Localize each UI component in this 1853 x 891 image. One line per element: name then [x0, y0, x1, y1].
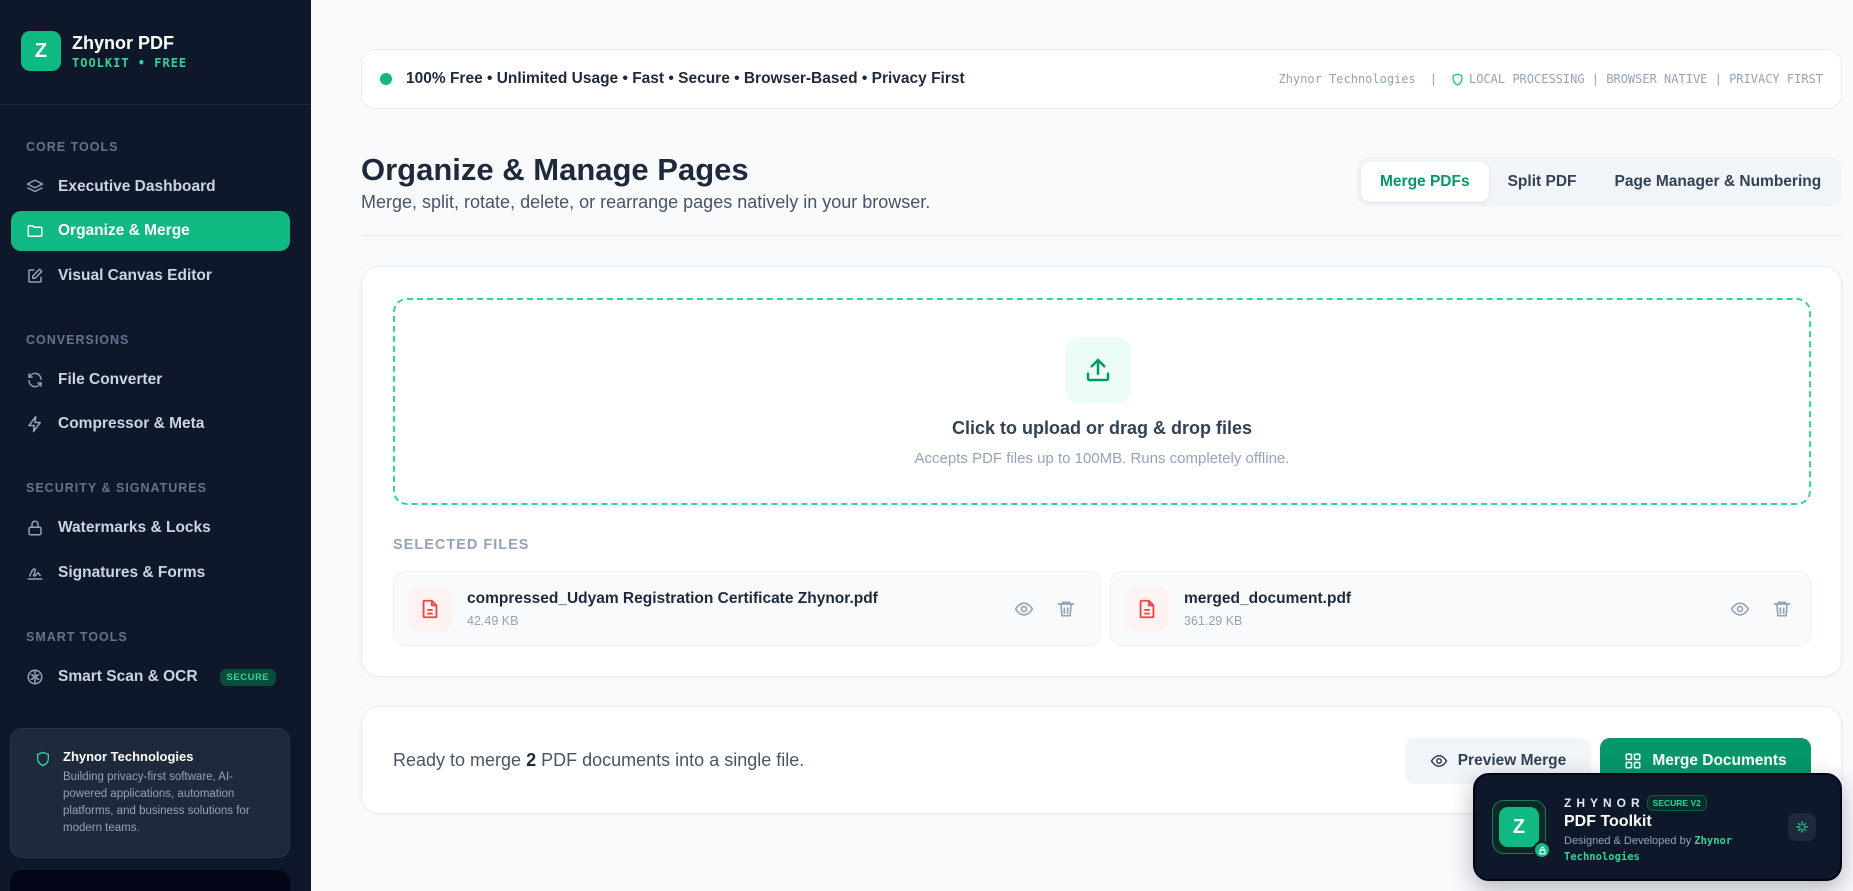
- nav-section-security-signatures: SECURITY & SIGNATURES: [26, 481, 207, 495]
- file-name: merged_document.pdf: [1184, 590, 1352, 607]
- layers-icon: [26, 179, 44, 193]
- selected-files-label: SELECTED FILES: [393, 537, 530, 553]
- file-text-icon: [1125, 587, 1169, 631]
- tab-bar: Merge PDFs Split PDF Page Manager & Numb…: [1357, 157, 1842, 207]
- edit-icon: [28, 268, 43, 283]
- company-name: Zhynor Technologies: [1278, 72, 1416, 86]
- file-dropzone[interactable]: Click to upload or drag & drop files Acc…: [393, 298, 1811, 505]
- widget-logo-letter: Z: [1499, 807, 1539, 847]
- brain-icon: [27, 669, 43, 685]
- merge-summary: Ready to merge 2 PDF documents into a si…: [393, 750, 805, 770]
- tab-merge-pdfs[interactable]: Merge PDFs: [1361, 162, 1489, 202]
- brand-logo: Z: [21, 31, 61, 71]
- sidebar-item-label: Smart Scan & OCR: [58, 668, 198, 685]
- widget-badge: SECURE V2: [1646, 795, 1707, 811]
- sidebar-item-smart-scan-ocr[interactable]: Smart Scan & OCR SECURE: [11, 657, 290, 697]
- file-count: 2: [526, 750, 537, 770]
- file-name: compressed_Udyam Registration Certificat…: [467, 590, 878, 607]
- nav-section-core-tools: CORE TOOLS: [26, 140, 119, 154]
- sidebar-item-label: Visual Canvas Editor: [58, 267, 212, 284]
- sidebar-item-label: Watermarks & Locks: [58, 519, 211, 536]
- sidebar-item-label: Executive Dashboard: [58, 178, 216, 195]
- upload-icon: [1065, 337, 1131, 403]
- status-bar: 100% Free • Unlimited Usage • Fast • Sec…: [361, 49, 1842, 109]
- tab-page-manager[interactable]: Page Manager & Numbering: [1595, 162, 1840, 202]
- sidebar-item-file-converter[interactable]: File Converter: [11, 360, 290, 400]
- brand-name: Zhynor PDF: [72, 32, 174, 53]
- branding-widget[interactable]: Z ZHYNOR SECURE V2 PDF Toolkit Designed …: [1473, 773, 1842, 881]
- brand[interactable]: Z Zhynor PDF TOOLKIT • FREE: [21, 31, 187, 71]
- sidebar-item-label: Signatures & Forms: [58, 564, 206, 581]
- sidebar-item-label: Compressor & Meta: [58, 415, 205, 432]
- dropzone-subtitle: Accepts PDF files up to 100MB. Runs comp…: [914, 450, 1290, 467]
- sidebar-footer-card: [10, 870, 290, 891]
- widget-credit: Designed & Developed by Zhynor Technolog…: [1564, 835, 1733, 863]
- sidebar-item-label: Organize & Merge: [58, 222, 190, 239]
- sidebar-item-organize-merge[interactable]: Organize & Merge: [11, 211, 290, 251]
- about-card: Zhynor Technologies Building privacy-fir…: [10, 728, 290, 858]
- file-size: 42.49 KB: [467, 614, 519, 628]
- file-text-icon: [408, 587, 452, 631]
- shield-icon: [37, 751, 49, 767]
- divider: [0, 104, 311, 105]
- secure-badge: SECURE: [219, 668, 277, 686]
- eye-icon: [1430, 754, 1448, 768]
- sidebar-item-executive-dashboard[interactable]: Executive Dashboard: [11, 167, 290, 207]
- sidebar-item-compressor-meta[interactable]: Compressor & Meta: [11, 404, 290, 444]
- divider: [361, 235, 1842, 236]
- widget-brand: ZHYNOR: [1564, 796, 1645, 810]
- folder-icon: [27, 225, 43, 237]
- widget-title: PDF Toolkit: [1564, 813, 1652, 830]
- brand-subtitle: TOOLKIT • FREE: [72, 55, 188, 70]
- eye-icon[interactable]: [1013, 598, 1035, 620]
- about-description: Building privacy-first software, AI-powe…: [63, 771, 250, 834]
- lock-icon: [28, 520, 42, 536]
- dropzone-title: Click to upload or drag & drop files: [951, 418, 1253, 438]
- separator: |: [1429, 72, 1437, 86]
- trash-icon[interactable]: [1771, 598, 1793, 620]
- upload-card: Click to upload or drag & drop files Acc…: [361, 266, 1842, 677]
- refresh-icon: [28, 372, 42, 388]
- widget-logo: Z: [1492, 800, 1551, 859]
- zap-icon: [28, 415, 41, 433]
- feature-tags: LOCAL PROCESSING | BROWSER NATIVE | PRIV…: [1468, 72, 1823, 86]
- file-item: merged_document.pdf 361.29 KB: [1110, 571, 1811, 646]
- nav-section-smart-tools: SMART TOOLS: [26, 630, 128, 644]
- status-message: 100% Free • Unlimited Usage • Fast • Sec…: [406, 70, 965, 87]
- sidebar: Z Zhynor PDF TOOLKIT • FREE CORE TOOLS E…: [0, 0, 311, 891]
- signature-icon: [27, 568, 43, 580]
- nav-section-conversions: CONVERSIONS: [26, 333, 130, 347]
- eye-icon[interactable]: [1729, 598, 1751, 620]
- page-title: Organize & Manage Pages: [361, 152, 749, 187]
- about-title: Zhynor Technologies: [63, 749, 194, 764]
- sidebar-item-signatures-forms[interactable]: Signatures & Forms: [11, 553, 290, 593]
- lock-icon: [1533, 841, 1551, 859]
- trash-icon[interactable]: [1055, 598, 1077, 620]
- tab-split-pdf[interactable]: Split PDF: [1489, 162, 1596, 202]
- page-subtitle: Merge, split, rotate, delete, or rearran…: [361, 192, 931, 212]
- file-item: compressed_Udyam Registration Certificat…: [393, 571, 1101, 646]
- sidebar-item-visual-canvas-editor[interactable]: Visual Canvas Editor: [11, 256, 290, 296]
- status-dot: [380, 73, 392, 85]
- grid-icon: [1625, 753, 1641, 769]
- shield-icon: [1452, 72, 1463, 86]
- sparkle-icon[interactable]: [1788, 813, 1816, 841]
- sidebar-item-label: File Converter: [58, 371, 163, 388]
- file-size: 361.29 KB: [1184, 614, 1243, 628]
- sidebar-item-watermarks-locks[interactable]: Watermarks & Locks: [11, 508, 290, 548]
